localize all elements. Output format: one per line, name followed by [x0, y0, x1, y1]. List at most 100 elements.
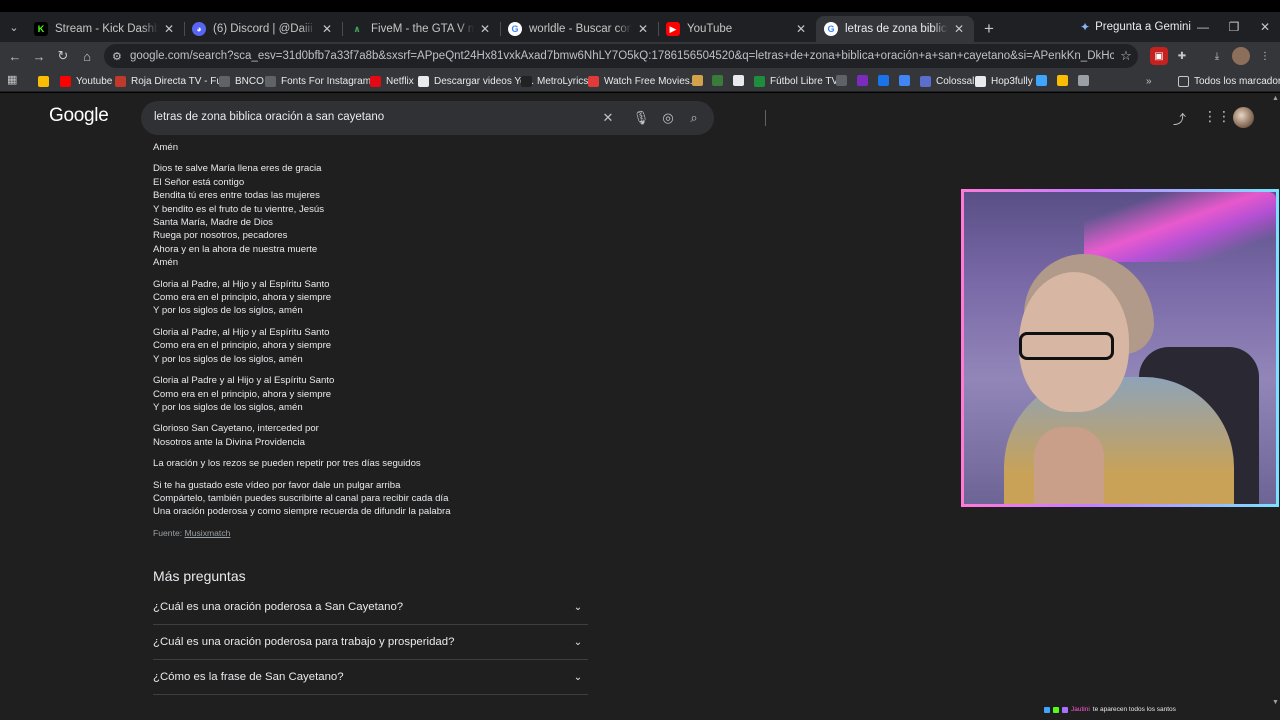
bookmark-favicon-icon [60, 75, 71, 87]
bookmark-star-icon[interactable]: ☆ [1114, 48, 1138, 64]
search-icon[interactable]: ⌕ [686, 110, 702, 126]
related-question-text: ¿Cómo es la frase de San Cayetano? [153, 671, 344, 683]
extension-icon[interactable] [733, 75, 744, 86]
extension-icon[interactable] [878, 75, 889, 86]
google-logo[interactable]: Google [49, 105, 109, 127]
bookmark-label: Fútbol Libre TV [770, 75, 839, 87]
bookmark-item[interactable]: Fonts For Instagram... [265, 72, 379, 90]
close-tab-icon[interactable]: ✕ [162, 22, 176, 36]
lyrics-line: Si te ha gustado este vídeo por favor da… [153, 479, 401, 491]
bookmark-item[interactable]: Colossal [920, 72, 974, 90]
google-apps-icon[interactable]: ⋮⋮ [1203, 108, 1231, 125]
scroll-down-icon[interactable]: ▼ [1272, 699, 1279, 706]
scroll-up-icon[interactable]: ▲ [1272, 95, 1279, 102]
lyrics-line: Y por los siglos de los siglos, amén [153, 401, 303, 413]
extension-icon[interactable] [692, 75, 703, 86]
chat-badge-icon [1044, 706, 1050, 713]
chat-badge-icon [1062, 706, 1068, 713]
gemini-button[interactable]: ✦ Pregunta a Gemini [1080, 16, 1191, 38]
browser-tab[interactable]: Gworldle - Buscar con Google ✕ [500, 16, 658, 42]
bookmark-favicon-icon [265, 75, 276, 87]
close-tab-icon[interactable]: ✕ [952, 22, 966, 36]
extension-red-icon[interactable]: ▣ [1150, 47, 1168, 65]
back-button[interactable]: ← [4, 45, 26, 67]
bookmarks-bar: ▦ Youtube Roja Directa TV - Fu... BNCO Font… [0, 70, 1280, 92]
related-question[interactable]: ¿Cómo es la frase de San Cayetano? ⌄ [153, 660, 588, 695]
close-tab-icon[interactable]: ✕ [478, 22, 492, 36]
gemini-spark-icon: ✦ [1080, 20, 1091, 34]
account-avatar[interactable] [1233, 107, 1254, 128]
bookmark-label: Youtube [76, 75, 113, 87]
search-query[interactable]: letras de zona biblica oración a san cay… [154, 111, 384, 123]
related-question[interactable]: ¿Cuál es una oración poderosa para traba… [153, 625, 588, 660]
bookmark-item[interactable]: Roja Directa TV - Fu... [115, 72, 230, 90]
extension-icon[interactable] [899, 75, 910, 86]
lyrics-stanza: Amén [153, 141, 593, 154]
lyrics-line: Amén [153, 142, 179, 153]
extension-icon[interactable] [712, 75, 723, 86]
browser-tab[interactable]: ▶ YouTube ✕ [658, 16, 816, 42]
browser-tab[interactable]: K Stream - Kick Dashboard ✕ [26, 16, 184, 42]
search-box[interactable]: letras de zona biblica oración a san cay… [141, 101, 766, 135]
share-icon[interactable]: ⤴ [1173, 109, 1186, 128]
lyrics-line: Una oración poderosa y como siempre recu… [153, 506, 451, 518]
reload-button[interactable]: ↻ [52, 45, 74, 67]
profile-avatar-icon[interactable] [1232, 47, 1250, 65]
lyrics-line: Como era en el principio, ahora y siempr… [153, 292, 332, 304]
tab-strip: ⌄ K Stream - Kick Dashboard ✕ ◕ (6) Discord … [0, 12, 1280, 42]
bookmark-item[interactable]: MetroLyrics [521, 72, 588, 90]
tab-title: FiveM - the GTA V multiplayer m [371, 23, 474, 35]
downloads-icon[interactable]: ⤓ [1208, 47, 1226, 65]
forward-button[interactable]: → [28, 45, 50, 67]
chevron-down-icon[interactable]: ⌄ [568, 632, 588, 652]
related-question[interactable]: ¿Cuál es una oración poderosa a San Caye… [153, 590, 588, 625]
bookmark-item[interactable]: Netflix [370, 72, 414, 90]
tab-title: worldle - Buscar con Google [529, 23, 632, 35]
voice-search-icon[interactable]: 🎙 [633, 110, 650, 126]
chevron-down-icon[interactable]: ⌄ [568, 597, 588, 617]
browser-menu-icon[interactable]: ⋮ [1256, 47, 1274, 65]
close-window-button[interactable]: ✕ [1250, 16, 1280, 38]
close-tab-icon[interactable]: ✕ [636, 22, 650, 36]
chevron-down-icon[interactable]: ⌄ [568, 667, 588, 687]
more-questions-title: Más preguntas [153, 568, 246, 584]
browser-tab[interactable]: ∧ FiveM - the GTA V multiplayer m ✕ [342, 16, 500, 42]
bookmark-favicon-icon [754, 75, 765, 87]
new-tab-button[interactable]: + [978, 18, 1000, 40]
lyrics-stanza: Dios te salve María llena eres de gracia… [153, 162, 593, 269]
extension-icon[interactable] [836, 75, 847, 86]
home-button[interactable]: ⌂ [76, 45, 98, 67]
related-question-text: ¿Cuál es una oración poderosa para traba… [153, 636, 455, 648]
bookmark-label: MetroLyrics [537, 75, 589, 87]
extension-icon[interactable] [1078, 75, 1089, 86]
clear-search-icon[interactable]: ✕ [600, 110, 616, 126]
minimize-button[interactable]: — [1188, 16, 1218, 38]
source-link[interactable]: Musixmatch [185, 528, 231, 538]
browser-tab[interactable]: Gletras de zona biblica oración a ✕ [816, 16, 974, 42]
site-info-icon[interactable]: ⚙ [112, 50, 130, 63]
close-tab-icon[interactable]: ✕ [794, 22, 808, 36]
all-bookmarks-folder[interactable]: Todos los marcadores [1178, 72, 1280, 90]
bookmark-item[interactable]: Watch Free Movies... [588, 72, 698, 90]
close-tab-icon[interactable]: ✕ [320, 22, 334, 36]
bookmark-item[interactable]: Youtube [60, 72, 112, 90]
apps-grid-icon[interactable]: ▦ [7, 73, 21, 87]
bookmark-item[interactable]: Fútbol Libre TV [754, 72, 838, 90]
tab-search-button[interactable]: ⌄ [4, 17, 24, 37]
yahoo-icon[interactable] [857, 75, 868, 86]
google-icon: G [824, 22, 838, 36]
microsoft-icon[interactable] [1057, 75, 1068, 86]
kick-icon: K [34, 22, 48, 36]
maximize-button[interactable]: ❐ [1219, 16, 1249, 38]
lens-search-icon[interactable]: ◎ [660, 110, 676, 126]
address-bar[interactable]: ⚙ google.com/search?sca_esv=31d0bfb7a33f… [104, 44, 1138, 68]
bookmark-item[interactable]: Hop3fully [975, 72, 1033, 90]
browser-tab[interactable]: ◕ (6) Discord | @Daiii ✕ [184, 16, 342, 42]
extension-icon[interactable] [1036, 75, 1047, 86]
bookmark-item[interactable] [38, 72, 54, 90]
bookmarks-overflow-icon[interactable]: » [1146, 72, 1152, 90]
bookmark-label: Watch Free Movies... [604, 75, 699, 87]
bookmark-item[interactable]: Descargar videos Yo... [418, 72, 534, 90]
extensions-puzzle-icon[interactable]: ✚ [1173, 47, 1191, 65]
bookmark-item[interactable]: BNCO [219, 72, 264, 90]
